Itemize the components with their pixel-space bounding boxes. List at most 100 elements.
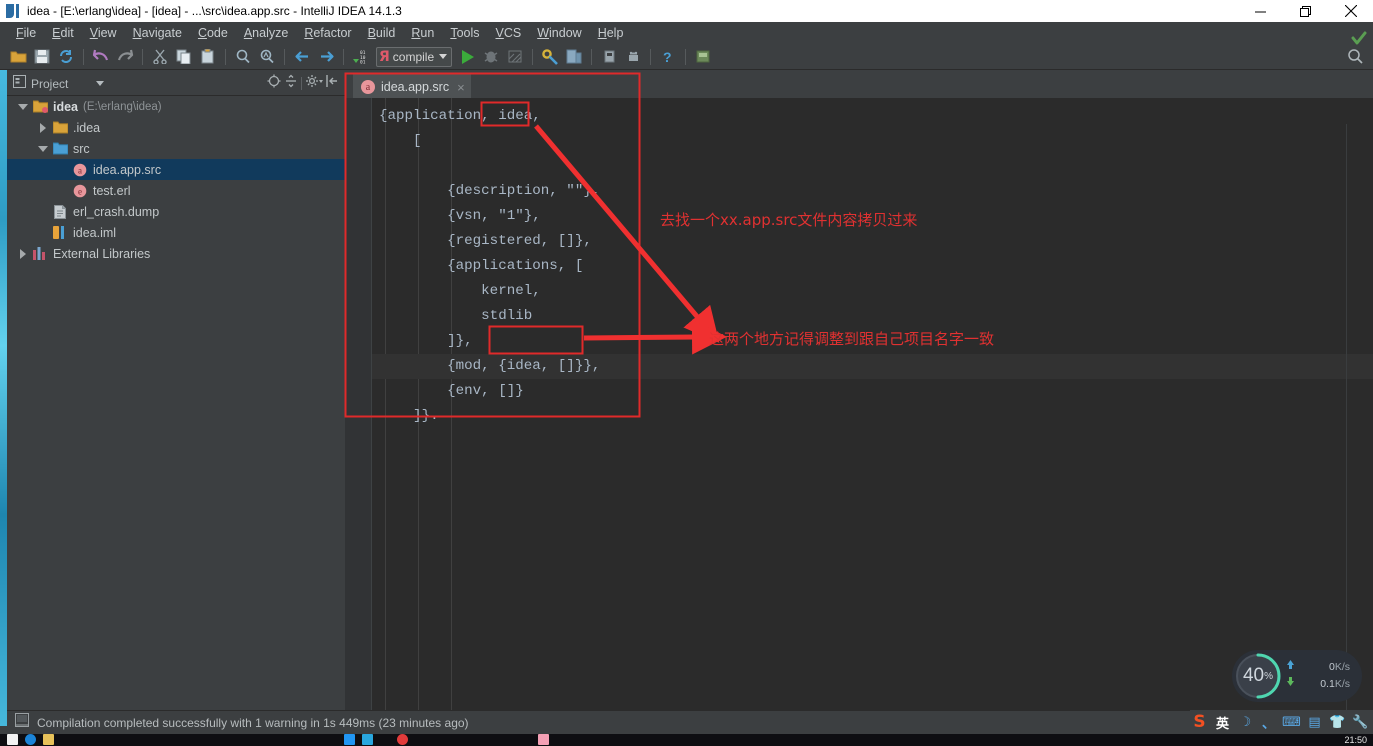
tree-toggle-arrow[interactable] bbox=[20, 248, 26, 259]
chevron-down-icon[interactable] bbox=[439, 54, 448, 59]
hide-panel-icon[interactable] bbox=[326, 74, 339, 93]
network-speed-widget[interactable]: 40% 0K/s 0.1K/s bbox=[1232, 650, 1362, 702]
minimize-button[interactable] bbox=[1238, 0, 1283, 22]
tree-item-idea-app-src[interactable]: a idea.app.src bbox=[7, 159, 345, 180]
code-content[interactable]: {application, idea, [ {description, ""},… bbox=[372, 104, 1373, 710]
menu-item-help[interactable]: Help bbox=[590, 24, 632, 42]
code-line[interactable]: stdlib bbox=[372, 304, 1373, 329]
explorer-icon[interactable] bbox=[43, 734, 54, 745]
code-line[interactable]: ]}. bbox=[372, 404, 1373, 429]
sogou-ime-icon[interactable]: S bbox=[1190, 712, 1209, 732]
project-structure-icon[interactable] bbox=[563, 46, 585, 68]
close-button[interactable] bbox=[1328, 0, 1373, 22]
debug-icon[interactable] bbox=[480, 46, 502, 68]
menu-item-tools[interactable]: Tools bbox=[442, 24, 487, 42]
tree-item-erl-crash-dump[interactable]: erl_crash.dump bbox=[7, 201, 345, 222]
android-sdk-icon[interactable] bbox=[598, 46, 620, 68]
tree-item-external-libraries[interactable]: External Libraries bbox=[7, 243, 345, 264]
tree-item-idea[interactable]: .idea bbox=[7, 117, 345, 138]
maximize-button[interactable] bbox=[1283, 0, 1328, 22]
chevron-down-icon[interactable] bbox=[35, 145, 51, 152]
chevron-down-icon[interactable] bbox=[15, 103, 31, 110]
ime-punctuation-icon[interactable]: 、 bbox=[1259, 713, 1278, 732]
menu-item-navigate[interactable]: Navigate bbox=[125, 24, 190, 42]
copy-icon[interactable] bbox=[173, 46, 195, 68]
code-line[interactable]: kernel, bbox=[372, 279, 1373, 304]
tree-toggle-arrow[interactable] bbox=[38, 145, 48, 152]
save-all-icon[interactable] bbox=[31, 46, 53, 68]
tree-item-label: test.erl bbox=[93, 183, 131, 198]
editor-gutter[interactable] bbox=[345, 98, 371, 710]
tree-item-src[interactable]: src bbox=[7, 138, 345, 159]
find-replace-icon[interactable] bbox=[256, 46, 278, 68]
menu-item-vcs[interactable]: VCS bbox=[488, 24, 530, 42]
tree-toggle-arrow[interactable] bbox=[18, 103, 28, 110]
inspection-ok-check-icon[interactable] bbox=[1351, 30, 1367, 51]
ime-settings-icon[interactable]: 🔧 bbox=[1351, 713, 1370, 732]
collapse-all-icon[interactable] bbox=[284, 74, 298, 93]
memory-indicator-icon[interactable] bbox=[15, 713, 29, 732]
code-line[interactable]: {applications, [ bbox=[372, 254, 1373, 279]
compile-icon[interactable]: 01 10 01 bbox=[350, 46, 372, 68]
close-tab-icon[interactable]: × bbox=[457, 80, 465, 95]
menu-item-view[interactable]: View bbox=[82, 24, 125, 42]
run-configuration-selector[interactable]: Я compile bbox=[376, 46, 453, 67]
project-tree[interactable]: idea (E:\erlang\idea) .idea src a idea.app.sr… bbox=[7, 96, 345, 710]
code-line[interactable]: [ bbox=[372, 129, 1373, 154]
menu-item-analyze[interactable]: Analyze bbox=[236, 24, 296, 42]
code-line[interactable]: {application, idea, bbox=[372, 104, 1373, 129]
tree-item-test-erl[interactable]: e test.erl bbox=[7, 180, 345, 201]
expand-target-icon[interactable] bbox=[267, 74, 281, 93]
cut-icon[interactable] bbox=[149, 46, 171, 68]
find-icon[interactable] bbox=[232, 46, 254, 68]
undo-icon[interactable] bbox=[90, 46, 112, 68]
tree-item-idea[interactable]: idea (E:\erlang\idea) bbox=[7, 96, 345, 117]
record-icon[interactable] bbox=[397, 734, 408, 745]
menu-item-build[interactable]: Build bbox=[360, 24, 404, 42]
open-folder-icon[interactable] bbox=[7, 46, 29, 68]
code-line[interactable]: {env, []} bbox=[372, 379, 1373, 404]
menu-label-rest: efactor bbox=[313, 26, 352, 40]
app-icon-3[interactable] bbox=[538, 734, 549, 745]
back-icon[interactable] bbox=[291, 46, 313, 68]
code-line[interactable]: {description, ""}, bbox=[372, 179, 1373, 204]
tree-toggle-arrow[interactable] bbox=[40, 122, 46, 133]
start-button[interactable] bbox=[7, 734, 18, 745]
sync-refresh-icon[interactable] bbox=[55, 46, 77, 68]
menu-item-code[interactable]: Code bbox=[190, 24, 236, 42]
menu-item-window[interactable]: Window bbox=[529, 24, 589, 42]
forward-icon[interactable] bbox=[315, 46, 337, 68]
android-monitor-icon[interactable] bbox=[692, 46, 714, 68]
ime-moon-icon[interactable]: ☽ bbox=[1236, 713, 1255, 732]
settings-gear-icon[interactable] bbox=[305, 74, 323, 93]
app-icon-1[interactable] bbox=[344, 734, 355, 745]
coverage-icon[interactable] bbox=[504, 46, 526, 68]
browser-icon[interactable] bbox=[25, 734, 36, 745]
ime-keyboard-icon[interactable]: ⌨ bbox=[1282, 713, 1301, 732]
run-icon[interactable] bbox=[456, 46, 478, 68]
redo-icon[interactable] bbox=[114, 46, 136, 68]
code-editor[interactable]: {application, idea, [ {description, ""},… bbox=[345, 98, 1373, 736]
menu-item-edit[interactable]: Edit bbox=[44, 24, 82, 42]
android-avd-icon[interactable] bbox=[622, 46, 644, 68]
ime-skin-icon[interactable]: 👕 bbox=[1328, 713, 1347, 732]
menu-item-run[interactable]: Run bbox=[403, 24, 442, 42]
tree-item-idea-iml[interactable]: idea.iml bbox=[7, 222, 345, 243]
code-line[interactable]: {registered, []}, bbox=[372, 229, 1373, 254]
settings-wrench-icon[interactable] bbox=[539, 46, 561, 68]
ime-language-icon[interactable]: 英 bbox=[1213, 713, 1232, 732]
code-line[interactable] bbox=[372, 154, 1373, 179]
app-icon-2[interactable] bbox=[362, 734, 373, 745]
ime-toolbox-icon[interactable]: ▤ bbox=[1305, 713, 1324, 732]
paste-icon[interactable] bbox=[197, 46, 219, 68]
chevron-right-icon[interactable] bbox=[35, 122, 51, 133]
menu-item-file[interactable]: File bbox=[8, 24, 44, 42]
editor-tab-idea-app-src[interactable]: a idea.app.src × bbox=[353, 74, 471, 98]
help-icon[interactable]: ? bbox=[657, 46, 679, 68]
code-line[interactable]: {mod, {idea, []}}, bbox=[372, 354, 1373, 379]
search-everywhere-icon[interactable] bbox=[1347, 48, 1363, 69]
chevron-right-icon[interactable] bbox=[15, 248, 31, 259]
menu-item-refactor[interactable]: Refactor bbox=[296, 24, 359, 42]
taskbar-clock[interactable]: 21:50 bbox=[1344, 735, 1367, 745]
chevron-down-icon[interactable] bbox=[96, 81, 105, 86]
